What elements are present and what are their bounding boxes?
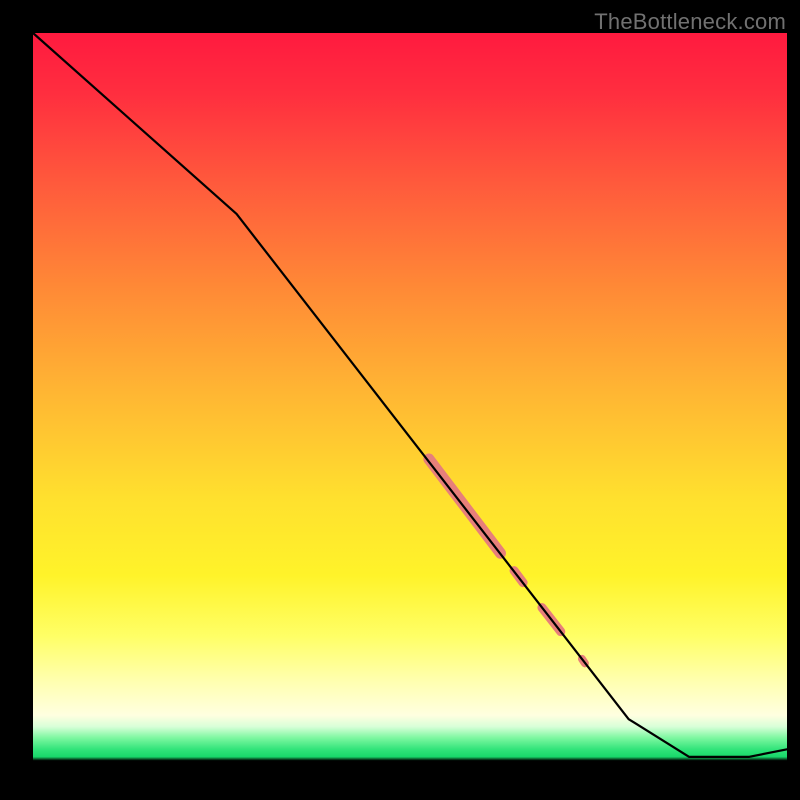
chart-stage: TheBottleneck.com bbox=[0, 0, 800, 800]
data-curve bbox=[33, 33, 787, 757]
watermark-text: TheBottleneck.com bbox=[594, 9, 786, 35]
chart-overlay bbox=[33, 33, 787, 787]
